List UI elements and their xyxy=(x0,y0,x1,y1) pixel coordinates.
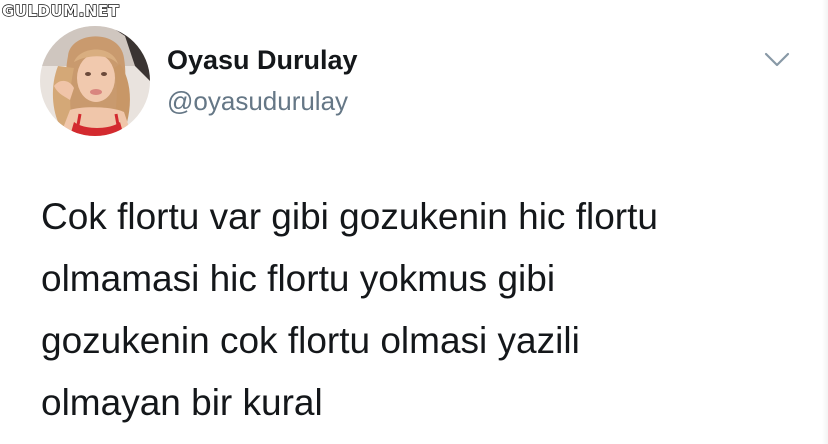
avatar[interactable] xyxy=(40,26,150,136)
avatar-photo xyxy=(40,26,150,136)
tweet-screenshot: GULDUM.NET Oyasu Durulay @oyasudurulay C… xyxy=(0,0,828,444)
tweet-text: Cok flortu var gibi gozukenin hic flortu… xyxy=(41,186,801,434)
author-handle[interactable]: @oyasudurulay xyxy=(167,86,348,116)
author-display-name[interactable]: Oyasu Durulay xyxy=(167,44,358,76)
edge-shadow xyxy=(822,0,828,444)
chevron-down-icon[interactable] xyxy=(762,48,792,72)
watermark-logo: GULDUM.NET xyxy=(1,1,120,20)
tweet-text-line: Cok flortu var gibi gozukenin hic flortu xyxy=(41,196,658,237)
tweet-text-line: olmamasi hic flortu yokmus gibi xyxy=(41,258,556,299)
tweet-text-line: olmayan bir kural xyxy=(41,382,323,423)
tweet-text-line: gozukenin cok flortu olmasi yazili xyxy=(41,320,580,361)
chevron-down-icon-glyph xyxy=(764,52,790,67)
